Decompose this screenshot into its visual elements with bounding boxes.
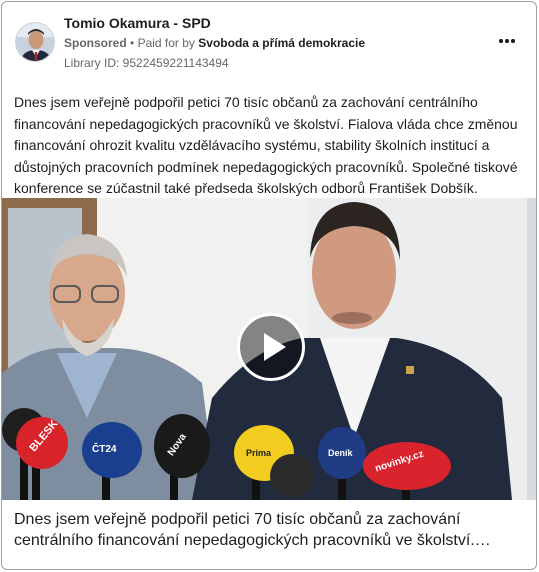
post-body-text: Dnes jsem veřejně podpořil petici 70 tis… xyxy=(14,94,518,196)
video-thumbnail[interactable]: BLESK ČT24 Nova Prima Deník novinky.cz xyxy=(2,198,536,500)
page-name-link[interactable]: Tomio Okamura - SPD xyxy=(64,15,211,31)
more-horizontal-icon xyxy=(499,39,515,43)
mic-label-ct24: ČT24 xyxy=(92,442,117,455)
paid-for-by-link[interactable]: Svoboda a přímá demokracie xyxy=(198,36,365,50)
sponsored-line: Sponsored • Paid for by Svoboda a přímá … xyxy=(64,36,365,50)
meta-separator: • xyxy=(130,36,135,50)
library-id: Library ID: 9522459221143494 xyxy=(64,56,229,70)
more-options-button[interactable] xyxy=(496,32,518,50)
play-icon xyxy=(264,333,286,361)
mic-label-denik: Deník xyxy=(328,448,354,458)
avatar-image xyxy=(16,23,54,61)
page-avatar[interactable] xyxy=(15,22,55,62)
ad-post-card: Tomio Okamura - SPD Sponsored • Paid for… xyxy=(1,1,537,570)
post-header: Tomio Okamura - SPD Sponsored • Paid for… xyxy=(2,2,536,82)
sponsored-label: Sponsored xyxy=(64,36,127,50)
play-button[interactable] xyxy=(237,313,305,381)
link-preview-title[interactable]: Dnes jsem veřejně podpořil petici 70 tis… xyxy=(14,509,529,551)
mic-label-prima: Prima xyxy=(246,448,272,458)
paid-for-by-prefix: Paid for by xyxy=(137,36,195,50)
